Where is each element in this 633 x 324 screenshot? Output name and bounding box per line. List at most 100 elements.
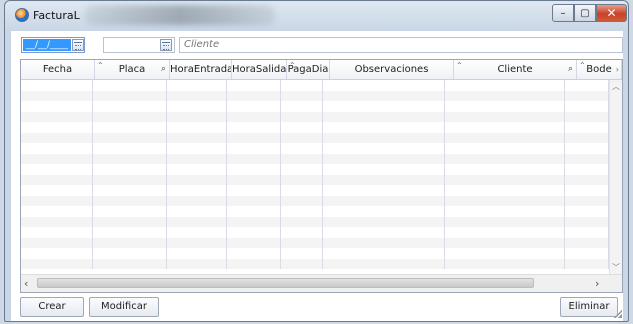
date-to-field[interactable] bbox=[103, 37, 175, 53]
table-cell[interactable] bbox=[323, 132, 445, 143]
scroll-down-icon[interactable]: ﹀ bbox=[612, 262, 620, 273]
table-row[interactable] bbox=[21, 174, 609, 185]
column-header[interactable]: Observaciones bbox=[330, 60, 454, 79]
table-row[interactable] bbox=[21, 101, 609, 112]
table-cell[interactable] bbox=[227, 90, 282, 101]
table-cell[interactable] bbox=[323, 122, 445, 133]
table-cell[interactable] bbox=[227, 216, 282, 227]
table-cell[interactable] bbox=[21, 248, 94, 259]
table-cell[interactable] bbox=[167, 101, 228, 112]
table-cell[interactable] bbox=[281, 153, 324, 164]
scroll-left-icon[interactable]: ‹ bbox=[24, 277, 28, 290]
table-cell[interactable] bbox=[323, 237, 445, 248]
table-cell[interactable] bbox=[227, 237, 282, 248]
search-icon[interactable]: ⌕ bbox=[161, 60, 166, 79]
table-cell[interactable] bbox=[323, 111, 445, 122]
table-cell[interactable] bbox=[565, 132, 609, 143]
table-cell[interactable] bbox=[281, 164, 324, 175]
table-cell[interactable] bbox=[565, 195, 609, 206]
table-cell[interactable] bbox=[93, 195, 167, 206]
table-cell[interactable] bbox=[445, 101, 565, 112]
table-cell[interactable] bbox=[93, 90, 167, 101]
column-header[interactable]: HoraSalida bbox=[232, 60, 287, 79]
table-cell[interactable] bbox=[565, 258, 609, 269]
table-cell[interactable] bbox=[167, 185, 228, 196]
table-cell[interactable] bbox=[227, 101, 282, 112]
table-cell[interactable] bbox=[565, 227, 609, 238]
table-cell[interactable] bbox=[21, 111, 94, 122]
table-cell[interactable] bbox=[445, 185, 565, 196]
table-cell[interactable] bbox=[445, 111, 565, 122]
sort-icon[interactable]: ⌃ bbox=[289, 60, 296, 75]
table-cell[interactable] bbox=[227, 143, 282, 154]
table-cell[interactable] bbox=[445, 206, 565, 217]
table-row[interactable] bbox=[21, 143, 609, 154]
sort-icon[interactable]: ⌃ bbox=[456, 60, 463, 75]
table-cell[interactable] bbox=[445, 143, 565, 154]
table-cell[interactable] bbox=[565, 206, 609, 217]
table-row[interactable] bbox=[21, 111, 609, 122]
table-cell[interactable] bbox=[227, 174, 282, 185]
table-cell[interactable] bbox=[281, 185, 324, 196]
table-cell[interactable] bbox=[281, 80, 324, 91]
table-cell[interactable] bbox=[565, 248, 609, 259]
table-cell[interactable] bbox=[565, 174, 609, 185]
table-cell[interactable] bbox=[565, 185, 609, 196]
table-cell[interactable] bbox=[167, 80, 228, 91]
table-cell[interactable] bbox=[227, 153, 282, 164]
table-cell[interactable] bbox=[227, 206, 282, 217]
table-body[interactable] bbox=[21, 80, 609, 274]
table-row[interactable] bbox=[21, 80, 609, 91]
title-bar[interactable]: FacturaL – ▢ ✕ bbox=[5, 1, 628, 31]
table-row[interactable] bbox=[21, 122, 609, 133]
table-cell[interactable] bbox=[21, 227, 94, 238]
table-cell[interactable] bbox=[323, 101, 445, 112]
column-header[interactable]: ⌃ PagaDia bbox=[287, 60, 330, 79]
table-cell[interactable] bbox=[281, 248, 324, 259]
table-cell[interactable] bbox=[281, 143, 324, 154]
table-row[interactable] bbox=[21, 237, 609, 248]
table-cell[interactable] bbox=[445, 153, 565, 164]
table-cell[interactable] bbox=[565, 111, 609, 122]
delete-button[interactable]: Eliminar bbox=[560, 297, 618, 317]
close-button[interactable]: ✕ bbox=[596, 4, 627, 22]
table-row[interactable] bbox=[21, 185, 609, 196]
table-cell[interactable] bbox=[281, 90, 324, 101]
table-cell[interactable] bbox=[93, 185, 167, 196]
table-cell[interactable] bbox=[227, 258, 282, 269]
table-row[interactable] bbox=[21, 216, 609, 227]
table-cell[interactable] bbox=[21, 80, 94, 91]
table-cell[interactable] bbox=[565, 80, 609, 91]
table-cell[interactable] bbox=[167, 258, 228, 269]
table-cell[interactable] bbox=[323, 227, 445, 238]
table-cell[interactable] bbox=[21, 153, 94, 164]
table-cell[interactable] bbox=[565, 90, 609, 101]
table-cell[interactable] bbox=[281, 174, 324, 185]
table-cell[interactable] bbox=[323, 80, 445, 91]
table-row[interactable] bbox=[21, 164, 609, 175]
table-cell[interactable] bbox=[21, 206, 94, 217]
table-cell[interactable] bbox=[227, 132, 282, 143]
table-cell[interactable] bbox=[93, 153, 167, 164]
table-cell[interactable] bbox=[93, 101, 167, 112]
table-cell[interactable] bbox=[281, 216, 324, 227]
column-header[interactable]: ⌃ Placa ⌕ bbox=[95, 60, 170, 79]
table-cell[interactable] bbox=[93, 122, 167, 133]
table-cell[interactable] bbox=[93, 227, 167, 238]
table-cell[interactable] bbox=[323, 174, 445, 185]
table-row[interactable] bbox=[21, 258, 609, 269]
table-cell[interactable] bbox=[93, 216, 167, 227]
table-cell[interactable] bbox=[281, 206, 324, 217]
table-cell[interactable] bbox=[93, 164, 167, 175]
sort-icon[interactable]: ⌃ bbox=[579, 60, 586, 75]
table-cell[interactable] bbox=[227, 195, 282, 206]
table-row[interactable] bbox=[21, 206, 609, 217]
table-cell[interactable] bbox=[565, 216, 609, 227]
table-cell[interactable] bbox=[445, 122, 565, 133]
table-row[interactable] bbox=[21, 90, 609, 101]
table-cell[interactable] bbox=[227, 227, 282, 238]
resize-grip-icon[interactable] bbox=[614, 310, 622, 318]
table-row[interactable] bbox=[21, 195, 609, 206]
scroll-right-icon[interactable]: › bbox=[595, 277, 599, 290]
create-button[interactable]: Crear bbox=[20, 297, 84, 317]
